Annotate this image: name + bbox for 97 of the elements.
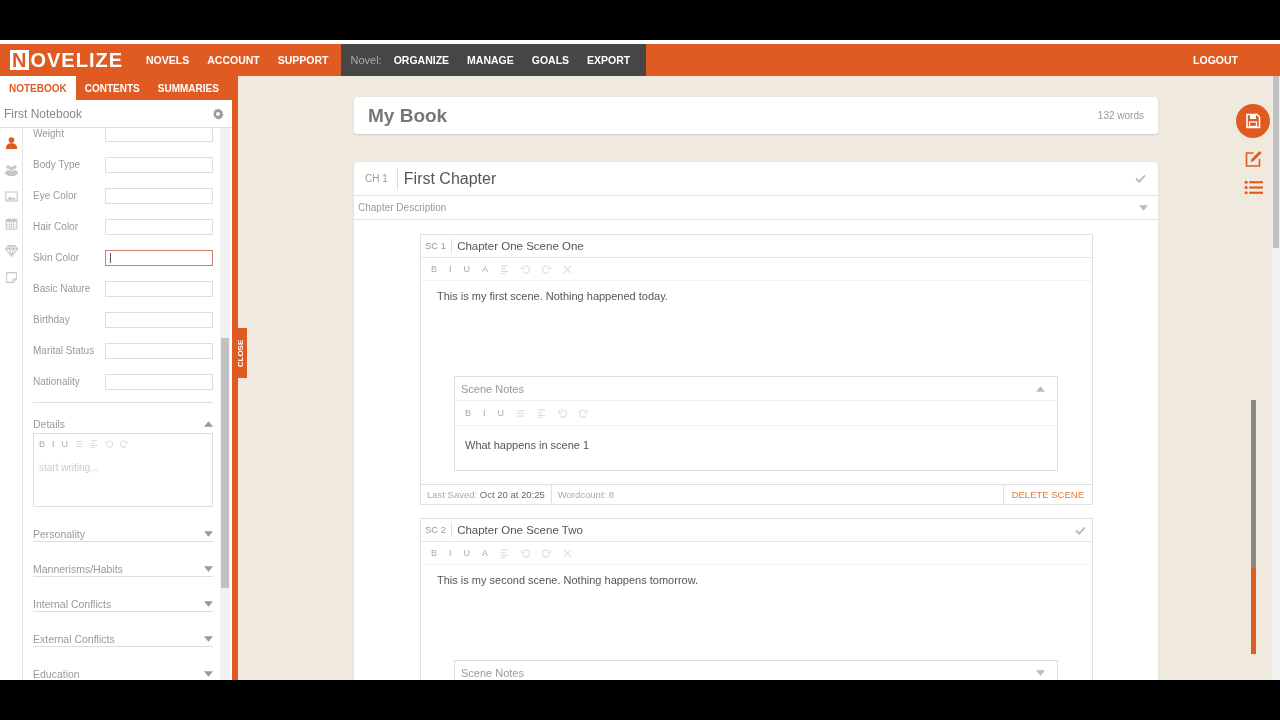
field-label: Weight	[33, 128, 64, 139]
notebook-title: First Notebook	[4, 106, 83, 121]
format-button[interactable]: U	[61, 439, 69, 449]
scene-number: SC 1	[425, 239, 453, 253]
align-icon[interactable]	[537, 408, 547, 418]
collapse-caret-icon[interactable]	[204, 670, 213, 677]
section-label[interactable]: Mannerisms/Habits	[33, 562, 123, 575]
redo-icon[interactable]	[579, 408, 589, 418]
field-label: Nationality	[33, 376, 80, 387]
format-button[interactable]: I	[449, 548, 452, 558]
redo-icon[interactable]	[120, 440, 129, 448]
chapter-number: CH 1	[365, 167, 398, 190]
collapse-caret-icon[interactable]	[1036, 385, 1045, 392]
expand-icon[interactable]	[563, 548, 573, 558]
scene-notes-title[interactable]: Scene Notes	[461, 382, 524, 395]
section-label: Details	[33, 418, 66, 430]
floppy-icon	[1245, 113, 1261, 129]
scene-word-count: Wordcount: 8	[551, 485, 1004, 504]
scene-number: SC 2	[425, 523, 453, 537]
field-label: Skin Color	[33, 252, 80, 263]
list-icon[interactable]	[1243, 180, 1263, 195]
field-label: Basic Nature	[33, 283, 91, 294]
collapse-caret-icon[interactable]	[204, 635, 213, 642]
nav-link[interactable]: SUPPORT	[268, 54, 338, 66]
collapse-caret-icon[interactable]	[204, 565, 213, 572]
nav-link[interactable]: ORGANIZE	[384, 54, 459, 66]
list-icon[interactable]	[75, 440, 84, 448]
person-icon[interactable]	[4, 136, 18, 149]
align-icon[interactable]	[500, 264, 510, 274]
collapse-caret-icon[interactable]	[204, 421, 213, 427]
book-title: My Book	[368, 104, 448, 127]
note-icon[interactable]	[4, 271, 18, 284]
format-button[interactable]: B	[465, 408, 471, 418]
format-button[interactable]: B	[431, 548, 437, 558]
logout-link[interactable]: LOGOUT	[1184, 54, 1247, 66]
format-button[interactable]: U	[463, 548, 471, 558]
align-icon[interactable]	[500, 548, 510, 558]
collapse-caret-icon[interactable]	[204, 530, 213, 537]
field-label: Body Type	[33, 159, 81, 170]
field-label: Hair Color	[33, 221, 78, 232]
list-icon[interactable]	[516, 408, 526, 418]
format-button[interactable]: A	[482, 548, 489, 558]
scene-title[interactable]: Chapter One Scene One	[457, 240, 1086, 252]
format-button[interactable]: I	[52, 439, 55, 449]
format-button[interactable]: B	[431, 264, 437, 274]
section-label[interactable]: Internal Conflicts	[33, 597, 112, 610]
chapter-title[interactable]: First Chapter	[403, 169, 1135, 188]
format-button[interactable]: U	[463, 264, 471, 274]
scene-notes-text[interactable]: What happens in scene 1	[465, 439, 1057, 451]
word-count: 132 words	[1097, 110, 1144, 121]
scrollbar[interactable]	[220, 128, 230, 680]
novel-label: Novel:	[349, 54, 383, 66]
collapse-caret-icon[interactable]	[1036, 669, 1045, 676]
gem-icon[interactable]	[4, 244, 18, 257]
redo-icon[interactable]	[542, 548, 552, 558]
undo-icon[interactable]	[558, 408, 568, 418]
check-icon[interactable]	[1075, 525, 1086, 535]
scene-text[interactable]: This is my second scene. Nothing happens tomorrow.	[437, 574, 1076, 586]
image-icon[interactable]	[4, 190, 18, 203]
nav-link[interactable]: EXPORT	[578, 54, 640, 66]
chapter-description-field[interactable]: Chapter Description	[358, 202, 447, 213]
page-scrollbar[interactable]	[1272, 76, 1280, 680]
nav-link[interactable]: MANAGE	[458, 54, 523, 66]
format-button[interactable]: A	[482, 264, 489, 274]
scene-title[interactable]: Chapter One Scene Two	[457, 524, 1075, 536]
input-field[interactable]	[105, 249, 213, 266]
align-icon[interactable]	[90, 440, 99, 448]
section-label[interactable]: Education	[33, 667, 80, 680]
format-button[interactable]: B	[39, 439, 45, 449]
undo-icon[interactable]	[521, 548, 531, 558]
scene-notes-title[interactable]: Scene Notes	[461, 666, 524, 679]
field-label: Eye Color	[33, 190, 77, 201]
undo-icon[interactable]	[521, 264, 531, 274]
nav-link[interactable]: ACCOUNT	[198, 54, 269, 66]
panel-tab[interactable]: NOTEBOOK	[0, 76, 76, 100]
collapse-caret-icon[interactable]	[204, 600, 213, 607]
nav-link[interactable]: NOVELS	[137, 54, 199, 66]
nav-link[interactable]: GOALS	[522, 54, 579, 66]
save-button[interactable]	[1236, 104, 1270, 138]
group-icon[interactable]	[4, 163, 18, 176]
format-button[interactable]: I	[483, 408, 486, 418]
expand-icon[interactable]	[563, 264, 573, 274]
settings-icon[interactable]	[212, 107, 224, 120]
last-saved: Last Saved: Oct 20 at 20:25	[421, 485, 552, 504]
section-label[interactable]: Personality	[33, 527, 85, 540]
redo-icon[interactable]	[542, 264, 552, 274]
section-label[interactable]: External Conflicts	[33, 632, 115, 645]
check-icon[interactable]	[1135, 174, 1146, 183]
scene-text[interactable]: This is my first scene. Nothing happened today.	[437, 290, 1076, 302]
format-button[interactable]: I	[449, 264, 452, 274]
calendar-icon[interactable]	[4, 217, 18, 230]
edit-icon[interactable]	[1243, 150, 1263, 168]
expand-caret-icon[interactable]	[1139, 204, 1148, 211]
undo-icon[interactable]	[105, 440, 114, 448]
field-label: Marital Status	[33, 345, 95, 356]
format-button[interactable]: U	[497, 408, 505, 418]
field-label: Birthday	[33, 314, 70, 325]
